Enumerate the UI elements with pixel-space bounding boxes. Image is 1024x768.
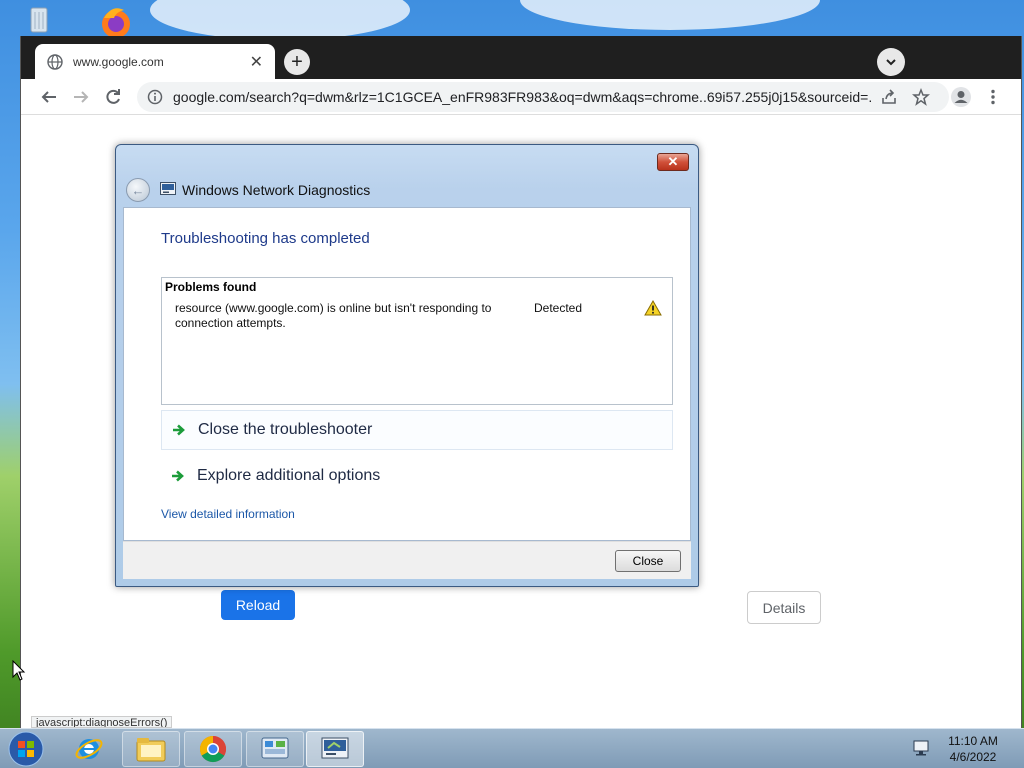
windows-start-icon (8, 731, 44, 767)
recycle-bin-icon[interactable] (20, 4, 58, 36)
explore-options-label: Explore additional options (197, 467, 381, 484)
system-clock[interactable]: 11:10 AM 4/6/2022 (938, 733, 1008, 765)
avatar-icon (951, 87, 971, 107)
green-arrow-icon (173, 424, 185, 436)
forward-arrow-icon (74, 91, 89, 103)
folder-icon (136, 738, 166, 762)
profile-button[interactable] (949, 85, 973, 109)
problem-status: Detected (534, 301, 583, 315)
dialog-body: Troubleshooting has completed Problems f… (123, 207, 691, 541)
back-arrow-icon (41, 91, 56, 103)
desktop-wallpaper-cloud (150, 0, 410, 40)
info-icon[interactable] (147, 89, 163, 105)
tab-google[interactable]: www.google.com ✕ (35, 44, 275, 79)
share-button[interactable] (877, 85, 901, 109)
chevron-down-icon (886, 59, 896, 66)
share-icon (882, 89, 896, 104)
start-button[interactable] (6, 731, 46, 767)
taskbar-control-panel[interactable] (246, 731, 304, 767)
close-troubleshooter-option[interactable]: Close the troubleshooter (161, 410, 673, 450)
globe-icon (47, 53, 63, 70)
desktop-wallpaper-cloud (520, 0, 820, 30)
status-bubble: javascript:diagnoseErrors() (31, 716, 173, 728)
menu-button[interactable] (981, 85, 1005, 109)
close-tab-icon[interactable]: ✕ (250, 52, 263, 72)
dialog-close-icon[interactable]: ✕ (657, 153, 689, 171)
taskbar: 11:10 AM 4/6/2022 (0, 728, 1024, 768)
chrome-icon (199, 735, 227, 763)
control-panel-icon (261, 737, 289, 759)
reload-page-button[interactable] (101, 85, 125, 109)
new-tab-button[interactable]: + (284, 49, 310, 75)
clock-time: 11:10 AM (948, 734, 998, 748)
browser-toolbar: google.com/search?q=dwm&rlz=1C1GCEA_enFR… (21, 79, 1021, 115)
taskbar-internet-explorer[interactable] (60, 731, 118, 767)
network-tray-icon[interactable] (912, 739, 930, 757)
problem-description: resource (www.google.com) is online but … (175, 301, 492, 330)
close-button[interactable]: Close (615, 550, 681, 572)
network-diagnostics-icon (160, 182, 176, 195)
refresh-icon (106, 89, 120, 104)
taskbar-network-diagnostics[interactable] (306, 731, 364, 767)
clock-date: 4/6/2022 (949, 750, 997, 764)
network-diagnostics-icon (321, 737, 349, 759)
star-icon (912, 88, 930, 106)
taskbar-chrome[interactable] (184, 731, 242, 767)
view-detailed-information-link[interactable]: View detailed information (161, 507, 295, 521)
tab-search-button[interactable] (877, 48, 905, 76)
details-button[interactable]: Details (747, 591, 821, 624)
tab-title: www.google.com (73, 54, 164, 69)
forward-button[interactable] (69, 85, 93, 109)
problems-panel: Problems found resource (www.google.com)… (161, 277, 673, 405)
green-arrow-icon (172, 470, 184, 482)
back-arrow-icon[interactable]: ← (126, 178, 150, 202)
kebab-menu-icon (991, 89, 995, 105)
back-button[interactable] (37, 85, 61, 109)
problems-header: Problems found (165, 280, 257, 294)
taskbar-file-explorer[interactable] (122, 731, 180, 767)
tab-strip: www.google.com ✕ + (21, 36, 1021, 79)
reload-button[interactable]: Reload (221, 590, 295, 620)
bookmark-button[interactable] (909, 85, 933, 109)
dialog-title: Windows Network Diagnostics (182, 182, 371, 198)
network-diagnostics-dialog: ✕ ← Windows Network Diagnostics Troubles… (115, 144, 699, 587)
url-text: google.com/search?q=dwm&rlz=1C1GCEA_enFR… (173, 89, 873, 105)
firefox-icon[interactable] (94, 4, 138, 38)
dialog-heading: Troubleshooting has completed (161, 230, 370, 247)
dialog-footer: Close (123, 541, 691, 579)
mouse-cursor-icon (12, 660, 26, 681)
warning-icon (644, 300, 662, 316)
address-bar[interactable]: google.com/search?q=dwm&rlz=1C1GCEA_enFR… (137, 82, 949, 112)
close-troubleshooter-label: Close the troubleshooter (198, 421, 373, 438)
explore-options-option[interactable]: Explore additional options (161, 456, 673, 496)
internet-explorer-icon (75, 739, 103, 759)
